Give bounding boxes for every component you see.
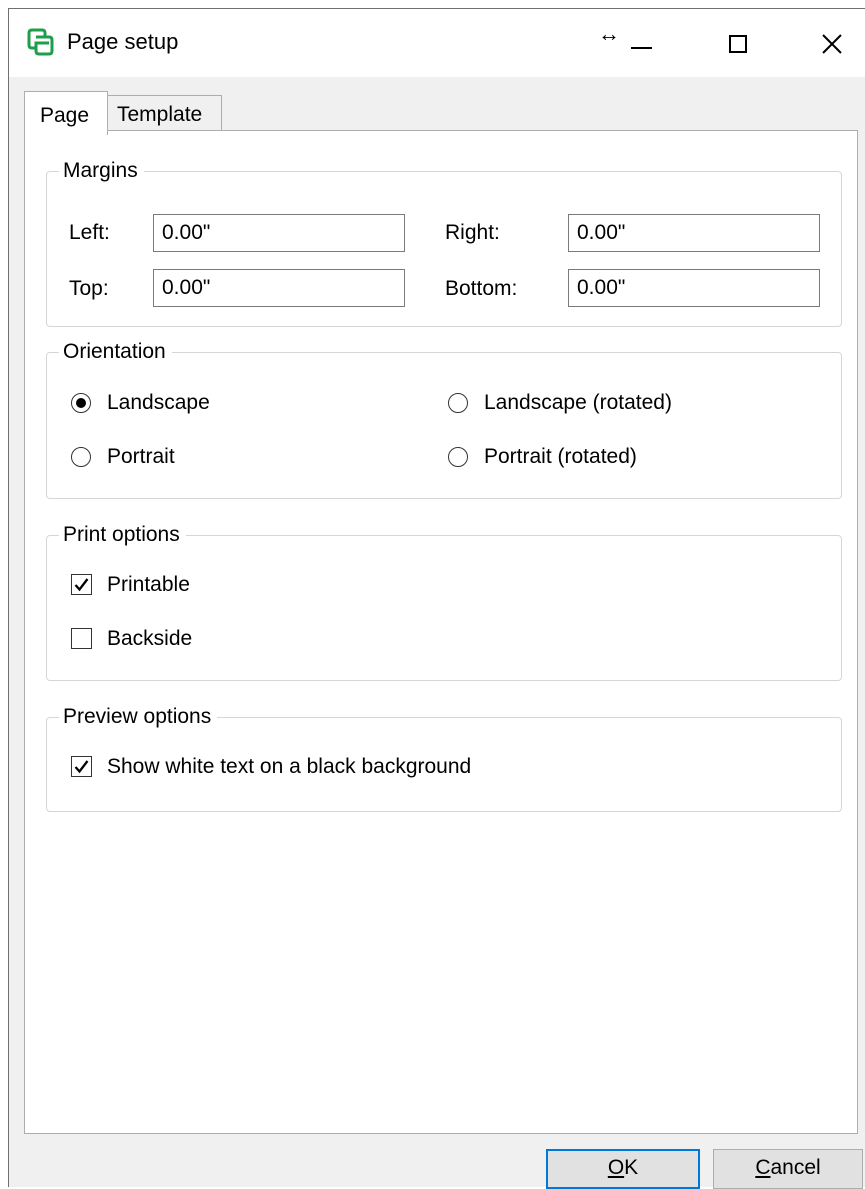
ok-accel-key: O [607,1156,625,1179]
portrait-rotated-label: Portrait (rotated) [484,445,637,468]
orientation-title: Orientation [59,339,172,365]
checkbox-checked[interactable] [71,756,92,777]
backside-label: Backside [107,627,193,650]
radio-button-selected[interactable] [71,393,91,413]
app-logo-icon [27,28,54,56]
checkmark-icon [74,578,89,592]
page-tab-panel: Margins Left: 0.00" Right: 0.00" Top: 0.… [24,130,858,1134]
orientation-group: Orientation Landscape Landscape (rotated… [46,339,842,499]
minimize-icon[interactable] [619,23,665,63]
print-options-group: Print options Printable Backside [46,522,842,681]
tab-page[interactable]: Page [24,91,108,135]
resize-horizontal-icon: ↔ [598,21,620,46]
landscape-rotated-label: Landscape (rotated) [484,391,672,414]
title-bar[interactable]: Page setup ↔ [9,9,865,77]
cancel-accel-key: C [755,1156,771,1179]
right-margin-input[interactable]: 0.00" [568,214,820,252]
checkbox-unchecked[interactable] [71,628,92,649]
margins-group: Margins Left: 0.00" Right: 0.00" Top: 0.… [46,158,842,327]
preview-options-title: Preview options [59,704,218,730]
cancel-button[interactable]: Cancel [713,1149,863,1189]
bottom-margin-input[interactable]: 0.00" [568,269,820,307]
top-margin-label: Top: [69,277,109,300]
radio-button[interactable] [448,393,468,413]
margins-title: Margins [59,158,144,184]
checkbox-checked[interactable] [71,574,92,595]
printable-label: Printable [107,573,190,596]
ok-button[interactable]: OK [546,1149,700,1189]
radio-button[interactable] [71,447,91,467]
bottom-margin-label: Bottom: [445,277,518,300]
page-setup-dialog: Page setup ↔ Page Template Margins Left:… [8,8,865,1189]
portrait-label: Portrait [107,445,175,468]
white-on-black-label: Show white text on a black background [107,755,472,778]
print-options-title: Print options [59,522,186,548]
top-margin-input[interactable]: 0.00" [153,269,405,307]
radio-button[interactable] [448,447,468,467]
window-title: Page setup [67,29,179,54]
right-margin-label: Right: [445,221,500,244]
close-icon[interactable] [809,23,855,63]
left-margin-input[interactable]: 0.00" [153,214,405,252]
preview-options-group: Preview options Show white text on a bla… [46,704,842,812]
ok-label-rest: K [624,1156,639,1179]
maximize-icon[interactable] [715,23,761,63]
cancel-label-rest: ancel [770,1156,821,1179]
tab-template[interactable]: Template [108,95,222,131]
checkmark-icon [74,760,89,774]
left-margin-label: Left: [69,221,110,244]
landscape-label: Landscape [107,391,210,414]
